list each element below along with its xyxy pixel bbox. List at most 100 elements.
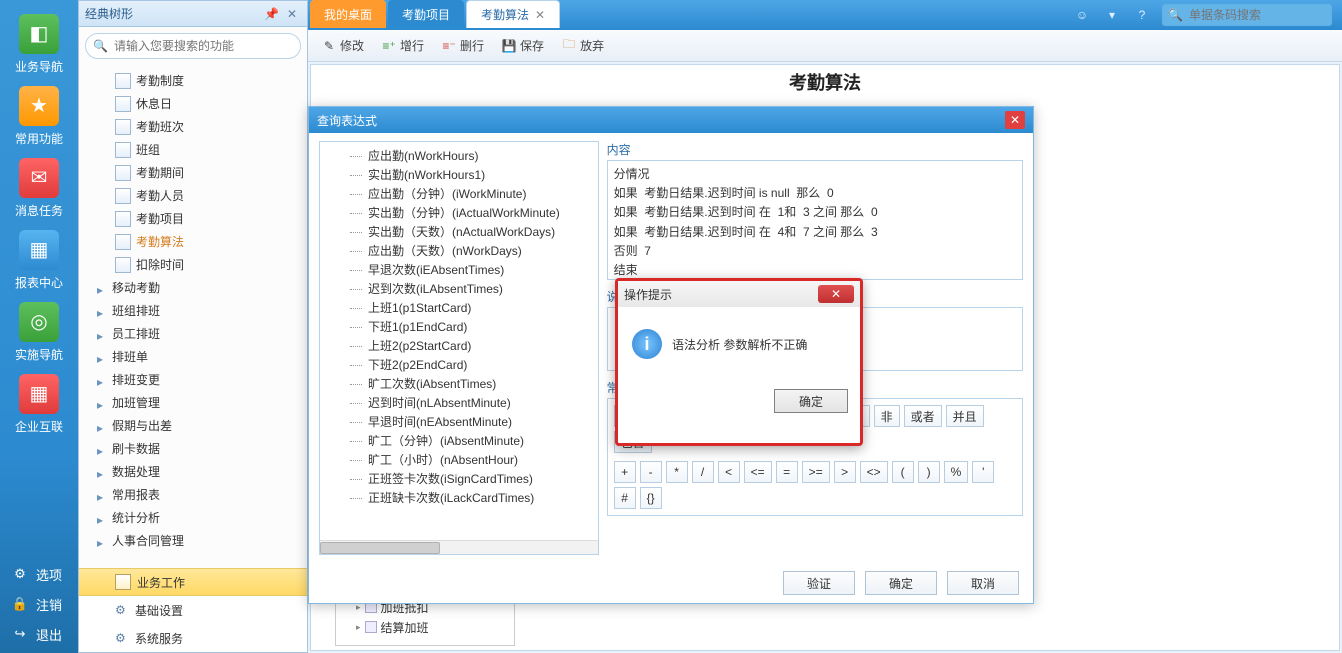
tree-leaf[interactable]: 考勤期间 (79, 161, 307, 184)
chevron-down-icon[interactable]: ▾ (1102, 5, 1122, 25)
field-item[interactable]: 下班1(p1EndCard) (320, 317, 598, 336)
symbol-button[interactable]: ( (892, 461, 914, 483)
tree-leaf[interactable]: 扣除时间 (79, 253, 307, 276)
tree-leaf[interactable]: 考勤制度 (79, 69, 307, 92)
symbol-button[interactable]: ' (972, 461, 994, 483)
field-item[interactable]: 应出勤(nWorkHours) (320, 146, 598, 165)
symbol-button[interactable]: <= (744, 461, 772, 483)
field-item[interactable]: 旷工次数(iAbsentTimes) (320, 374, 598, 393)
field-item[interactable]: 迟到时间(nLAbsentMinute) (320, 393, 598, 412)
symbol-button[interactable]: + (614, 461, 636, 483)
field-item[interactable]: 正班缺卡次数(iLackCardTimes) (320, 488, 598, 507)
alert-titlebar[interactable]: 操作提示 ✕ (618, 281, 860, 307)
tree-bottom-row[interactable]: ⚙基础设置 (79, 596, 307, 624)
tab-desktop[interactable]: 我的桌面 (310, 0, 386, 28)
dock-item-fav[interactable]: ★ 常用功能 (6, 80, 72, 152)
dock-options[interactable]: ⚙选项 (0, 559, 78, 589)
validate-button[interactable]: 验证 (783, 571, 855, 595)
pin-icon[interactable]: 📌 (260, 7, 283, 21)
symbol-button[interactable]: = (776, 461, 798, 483)
tree-branch[interactable]: ▸排班单 (79, 345, 307, 368)
smile-icon[interactable]: ☺ (1072, 5, 1092, 25)
symbol-button[interactable]: > (834, 461, 856, 483)
field-item[interactable]: 实出勤（天数）(nActualWorkDays) (320, 222, 598, 241)
field-list[interactable]: 应出勤(nWorkHours)实出勤(nWorkHours1)应出勤（分钟）(i… (320, 142, 598, 540)
symbol-button[interactable]: <> (860, 461, 888, 483)
dock-exit[interactable]: ↪退出 (0, 619, 78, 649)
field-item[interactable]: 实出勤(nWorkHours1) (320, 165, 598, 184)
symbol-button[interactable]: - (640, 461, 662, 483)
tab-item[interactable]: 考勤项目 (388, 0, 464, 28)
tree-branch[interactable]: ▸常用报表 (79, 483, 307, 506)
tree-branch[interactable]: ▸班组排班 (79, 299, 307, 322)
content-textarea[interactable]: 分情况 如果 考勤日结果.迟到时间 is null 那么 0 如果 考勤日结果.… (607, 160, 1023, 280)
field-item[interactable]: 上班1(p1StartCard) (320, 298, 598, 317)
symbol-button[interactable]: ) (918, 461, 940, 483)
tab-close-icon[interactable]: ✕ (535, 8, 545, 22)
field-item[interactable]: 正班签卡次数(iSignCardTimes) (320, 469, 598, 488)
dock-item-impl[interactable]: ◎ 实施导航 (6, 296, 72, 368)
tree-leaf[interactable]: 考勤班次 (79, 115, 307, 138)
tb-delrow[interactable]: ≡⁻删行 (442, 37, 484, 54)
field-item[interactable]: 应出勤（天数）(nWorkDays) (320, 241, 598, 260)
tree-branch[interactable]: ▸人事合同管理 (79, 529, 307, 552)
top-search-input[interactable] (1162, 4, 1332, 26)
help-icon[interactable]: ? (1132, 5, 1152, 25)
field-item[interactable]: 上班2(p2StartCard) (320, 336, 598, 355)
field-item[interactable]: 实出勤（分钟）(iActualWorkMinute) (320, 203, 598, 222)
cancel-button[interactable]: 取消 (947, 571, 1019, 595)
dock-item-msg[interactable]: ✉ 消息任务 (6, 152, 72, 224)
symbol-button[interactable]: % (944, 461, 969, 483)
tree-leaf[interactable]: 班组 (79, 138, 307, 161)
symbol-button[interactable]: / (692, 461, 714, 483)
symbol-button[interactable]: 并且 (946, 405, 984, 427)
dock-item-ent[interactable]: ▦ 企业互联 (6, 368, 72, 440)
alert-ok-button[interactable]: 确定 (774, 389, 848, 413)
field-item[interactable]: 应出勤（分钟）(iWorkMinute) (320, 184, 598, 203)
field-item[interactable]: 早退次数(iEAbsentTimes) (320, 260, 598, 279)
detail-row[interactable]: 结算加班 (336, 617, 514, 637)
search-input[interactable] (85, 33, 301, 59)
field-item[interactable]: 旷工（小时）(nAbsentHour) (320, 450, 598, 469)
tree-branch[interactable]: ▸加班管理 (79, 391, 307, 414)
tb-abandon[interactable]: 🗀放弃 (562, 37, 604, 54)
tree-branch[interactable]: ▸假期与出差 (79, 414, 307, 437)
field-item[interactable]: 下班2(p2EndCard) (320, 355, 598, 374)
tree-branch[interactable]: ▸排班变更 (79, 368, 307, 391)
tree-current[interactable]: 业务工作 (79, 568, 307, 596)
tb-save[interactable]: 💾保存 (502, 37, 544, 54)
tree-branch[interactable]: ▸刷卡数据 (79, 437, 307, 460)
field-item[interactable]: 旷工（分钟）(iAbsentMinute) (320, 431, 598, 450)
tb-edit[interactable]: ✎修改 (322, 37, 364, 54)
tree-bottom-row[interactable]: ⚙系统服务 (79, 624, 307, 652)
tree-body[interactable]: 考勤制度休息日考勤班次班组考勤期间考勤人员考勤项目考勤算法扣除时间 ▸移动考勤▸… (79, 65, 307, 568)
dock-item-report[interactable]: ▦ 报表中心 (6, 224, 72, 296)
symbol-button[interactable]: # (614, 487, 636, 509)
tree-leaf[interactable]: 考勤算法 (79, 230, 307, 253)
close-icon[interactable]: ✕ (283, 7, 301, 21)
ok-button[interactable]: 确定 (865, 571, 937, 595)
scroll-thumb[interactable] (320, 542, 440, 554)
symbol-button[interactable]: 或者 (904, 405, 942, 427)
symbol-button[interactable]: >= (802, 461, 830, 483)
tree-leaf[interactable]: 考勤人员 (79, 184, 307, 207)
alert-close-icon[interactable]: ✕ (818, 285, 854, 303)
modal-close-icon[interactable]: ✕ (1005, 111, 1025, 129)
tree-branch[interactable]: ▸数据处理 (79, 460, 307, 483)
symbol-button[interactable]: * (666, 461, 688, 483)
symbol-button[interactable]: < (718, 461, 740, 483)
dock-item-nav[interactable]: ◧ 业务导航 (6, 8, 72, 80)
tb-addrow[interactable]: ≡⁺增行 (382, 37, 424, 54)
field-item[interactable]: 早退时间(nEAbsentMinute) (320, 412, 598, 431)
symbol-button[interactable]: 非 (874, 405, 900, 427)
tree-branch[interactable]: ▸移动考勤 (79, 276, 307, 299)
dock-logout[interactable]: 🔒注销 (0, 589, 78, 619)
tab-algo[interactable]: 考勤算法✕ (466, 0, 560, 28)
field-item[interactable]: 迟到次数(iLAbsentTimes) (320, 279, 598, 298)
tree-branch[interactable]: ▸统计分析 (79, 506, 307, 529)
symbol-button[interactable]: {} (640, 487, 662, 509)
scrollbar-h[interactable] (320, 540, 598, 554)
tree-branch[interactable]: ▸员工排班 (79, 322, 307, 345)
modal-titlebar[interactable]: 查询表达式 ✕ (309, 107, 1033, 133)
tree-leaf[interactable]: 休息日 (79, 92, 307, 115)
